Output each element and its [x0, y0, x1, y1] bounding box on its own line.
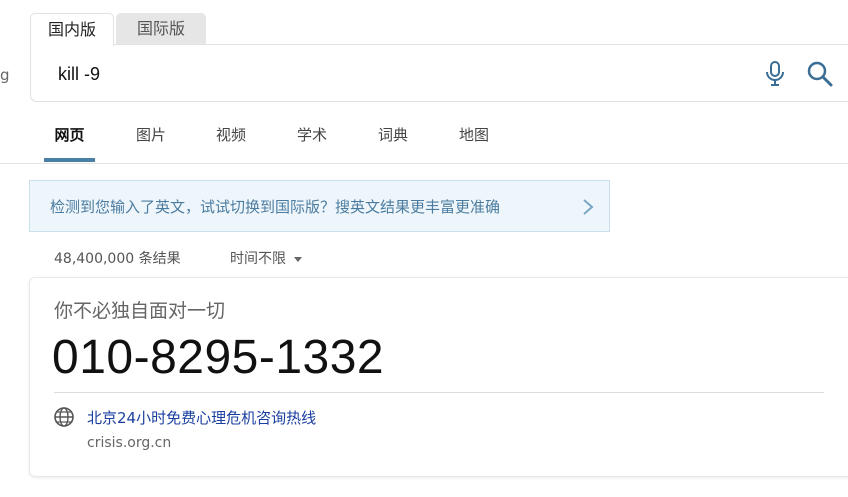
caret-down-icon	[294, 256, 302, 262]
tab-dictionary[interactable]: 词典	[370, 118, 416, 162]
time-filter-dropdown[interactable]: 时间不限	[230, 248, 302, 268]
time-filter-label: 时间不限	[230, 251, 286, 267]
source-domain: crisis.org.cn	[87, 435, 172, 451]
card-divider	[54, 392, 824, 393]
scope-nav: 网页 图片 视频 学术 词典 地图	[0, 118, 848, 164]
search-icon[interactable]	[806, 60, 834, 88]
search-input[interactable]	[56, 57, 660, 91]
left-edge-fragment: g	[0, 66, 10, 84]
globe-icon	[54, 407, 74, 427]
tab-web[interactable]: 网页	[44, 118, 95, 162]
hotline-number: 010-8295-1332	[52, 331, 385, 384]
hotline-source-link[interactable]: 北京24小时免费心理危机咨询热线	[87, 407, 316, 428]
notice-text: 检测到您输入了英文，试试切换到国际版？搜英文结果更丰富更准确	[50, 198, 501, 216]
international-version-notice[interactable]: 检测到您输入了英文，试试切换到国际版？搜英文结果更丰富更准确	[29, 180, 610, 232]
tab-videos[interactable]: 视频	[208, 118, 254, 162]
chevron-right-icon	[583, 199, 594, 215]
tab-images[interactable]: 图片	[128, 118, 174, 162]
tab-international[interactable]: 国际版	[116, 13, 206, 44]
microphone-icon[interactable]	[764, 60, 786, 88]
search-results-page: g 国内版 国际版 网页 图片 视频 学术 词典 地图 检测到您输入了英文，试试…	[0, 0, 848, 497]
result-count: 48,400,000 条结果	[54, 251, 181, 267]
tab-academic[interactable]: 学术	[289, 118, 335, 162]
hotline-card: 你不必独自面对一切 010-8295-1332 北京24小时免费心理危机咨询热线…	[29, 277, 848, 477]
search-box	[30, 44, 848, 102]
tab-domestic[interactable]: 国内版	[30, 13, 114, 46]
active-tab-underline	[44, 158, 95, 162]
card-subtitle: 你不必独自面对一切	[54, 300, 226, 322]
tab-maps[interactable]: 地图	[451, 118, 497, 162]
